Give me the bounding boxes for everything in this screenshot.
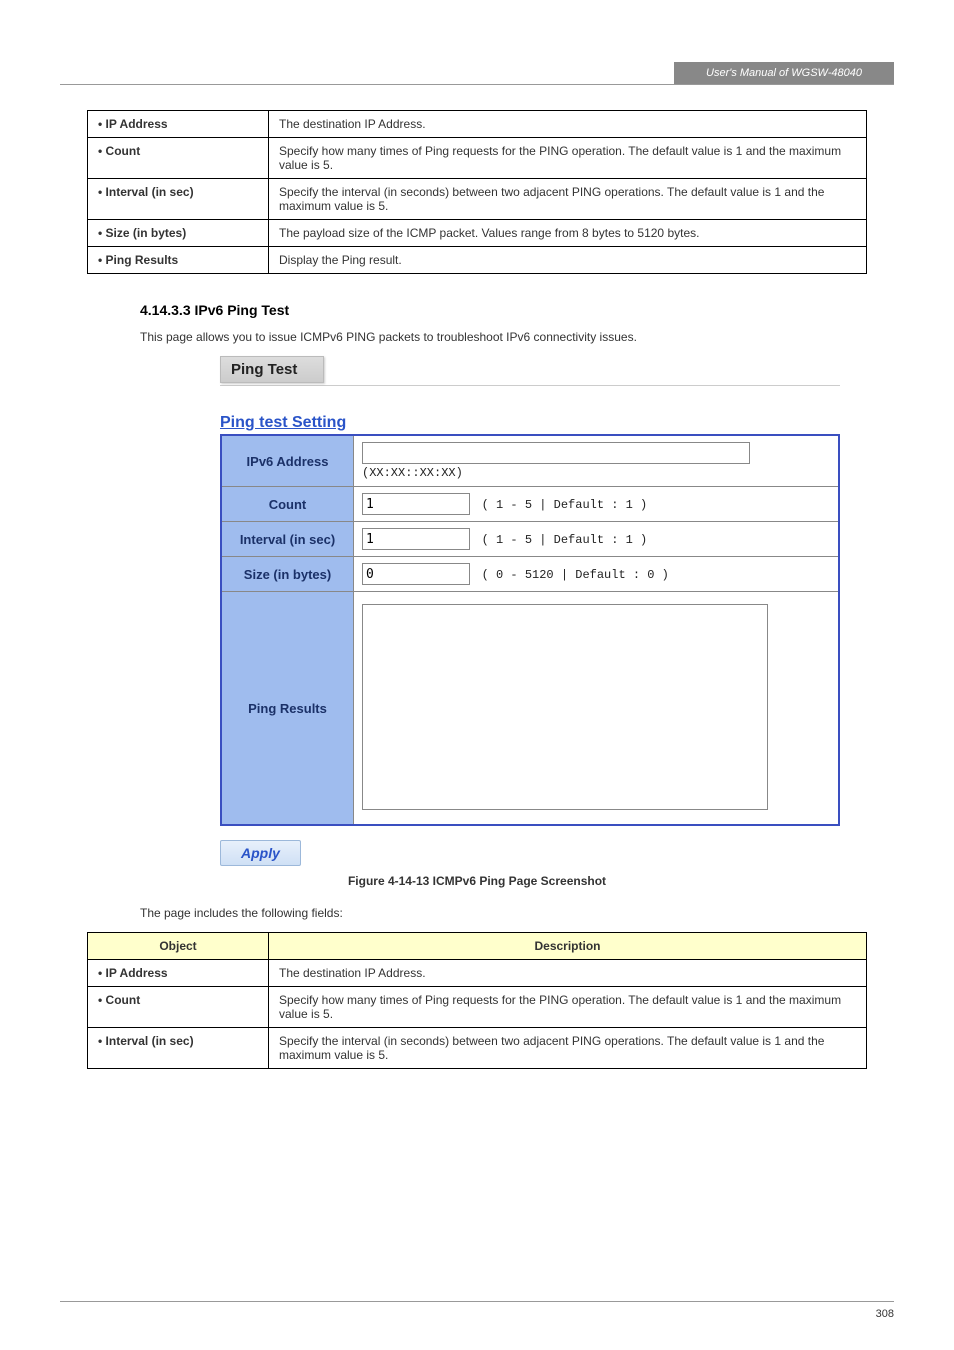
param-desc: Specify the interval (in seconds) betwee… [269, 179, 867, 220]
size-input[interactable] [362, 563, 470, 585]
param-label: • Interval (in sec) [88, 1028, 269, 1069]
row-ipv6: IPv6 Address (XX:XX::XX:XX) [221, 435, 839, 487]
row-count: Count ( 1 - 5 | Default : 1 ) [221, 487, 839, 522]
table-row: • Count Specify how many times of Ping r… [88, 987, 867, 1028]
label-ipv6: IPv6 Address [221, 435, 354, 487]
param-desc: Specify the interval (in seconds) betwee… [269, 1028, 867, 1069]
header-object: Object [88, 933, 269, 960]
results-textarea[interactable] [362, 604, 768, 810]
row-interval: Interval (in sec) ( 1 - 5 | Default : 1 … [221, 522, 839, 557]
footer-rule [60, 1301, 894, 1302]
table-row: • IP Address The destination IP Address. [88, 960, 867, 987]
param-label: • Count [88, 138, 269, 179]
apply-button[interactable]: Apply [220, 840, 301, 866]
param-label: • IP Address [88, 111, 269, 138]
label-count: Count [221, 487, 354, 522]
ping-form-table: IPv6 Address (XX:XX::XX:XX) Count ( 1 - … [220, 434, 840, 826]
label-size: Size (in bytes) [221, 557, 354, 592]
count-hint: ( 1 - 5 | Default : 1 ) [482, 498, 648, 512]
table-row: • Interval (in sec) Specify the interval… [88, 179, 867, 220]
interval-input[interactable] [362, 528, 470, 550]
param-table-top: • IP Address The destination IP Address.… [87, 110, 867, 274]
table-row: • Ping Results Display the Ping result. [88, 247, 867, 274]
param-label: • IP Address [88, 960, 269, 987]
param-desc: Specify how many times of Ping requests … [269, 987, 867, 1028]
label-results: Ping Results [221, 592, 354, 826]
figure-ping-test: Ping Test Ping test Setting IPv6 Address… [220, 356, 840, 866]
header-manual-title: User's Manual of WGSW-48040 [674, 62, 894, 84]
header-rule [60, 84, 894, 85]
param-desc: Specify how many times of Ping requests … [269, 138, 867, 179]
row-results: Ping Results [221, 592, 839, 826]
ipv6-hint: (XX:XX::XX:XX) [362, 466, 463, 480]
param-label: • Interval (in sec) [88, 179, 269, 220]
label-interval: Interval (in sec) [221, 522, 354, 557]
interval-hint: ( 1 - 5 | Default : 1 ) [482, 533, 648, 547]
param-desc: Display the Ping result. [269, 247, 867, 274]
header-description: Description [269, 933, 867, 960]
param-table-bottom: Object Description • IP Address The dest… [87, 932, 867, 1069]
ipv6-input[interactable] [362, 442, 750, 464]
table-row: • Size (in bytes) The payload size of th… [88, 220, 867, 247]
footer-page-number: 308 [876, 1308, 894, 1320]
table-row: • Count Specify how many times of Ping r… [88, 138, 867, 179]
table-row: • Interval (in sec) Specify the interval… [88, 1028, 867, 1069]
panel-title: Ping test Setting [220, 414, 840, 432]
table-row: • IP Address The destination IP Address. [88, 111, 867, 138]
desc-line: The page includes the following fields: [140, 906, 894, 920]
param-desc: The destination IP Address. [269, 960, 867, 987]
breadcrumb-ping-test: Ping Test [220, 356, 324, 383]
size-hint: ( 0 - 5120 | Default : 0 ) [482, 568, 669, 582]
param-desc: The payload size of the ICMP packet. Val… [269, 220, 867, 247]
count-input[interactable] [362, 493, 470, 515]
row-size: Size (in bytes) ( 0 - 5120 | Default : 0… [221, 557, 839, 592]
param-label: • Ping Results [88, 247, 269, 274]
intro-text: This page allows you to issue ICMPv6 PIN… [140, 330, 894, 344]
param-label: • Count [88, 987, 269, 1028]
figure-caption: Figure 4-14-13 ICMPv6 Ping Page Screensh… [60, 874, 894, 888]
param-label: • Size (in bytes) [88, 220, 269, 247]
param-desc: The destination IP Address. [269, 111, 867, 138]
section-heading: 4.14.3.3 IPv6 Ping Test [140, 302, 894, 318]
